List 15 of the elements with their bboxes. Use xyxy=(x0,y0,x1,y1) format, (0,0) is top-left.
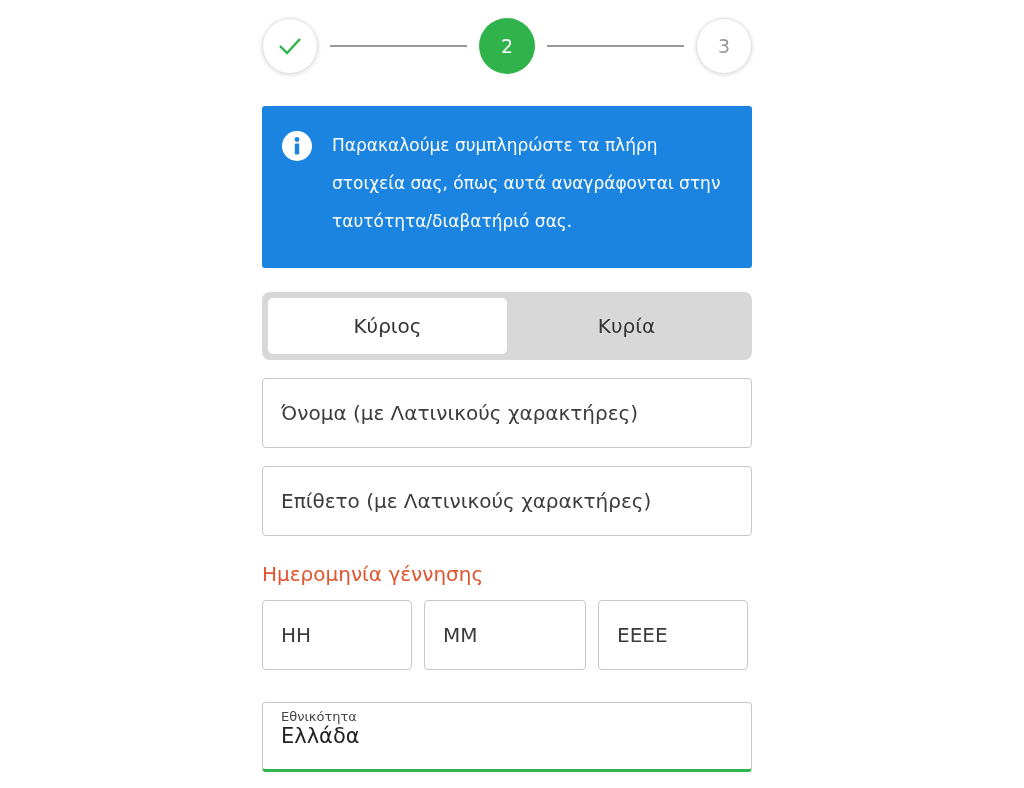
step-circle: 2 xyxy=(479,18,535,74)
name-field[interactable]: Όνομα (με Λατινικούς χαρακτήρες) xyxy=(262,378,752,448)
info-message: Παρακαλούμε συμπληρώστε τα πλήρη στοιχεία σας, όπως αυτά αναγράφονται στην ταυτότητα/διαβατήριό σας. xyxy=(332,134,722,233)
info-icon xyxy=(282,131,312,161)
date-field[interactable]: ΕΕΕΕ xyxy=(598,600,748,670)
nationality-field[interactable]: Εθνικότητα Ελλάδα xyxy=(262,702,752,772)
check-icon xyxy=(278,36,302,56)
step-circle: 3 xyxy=(696,18,752,74)
nationality-input[interactable]: Ελλάδα xyxy=(281,724,733,748)
title-tab[interactable]: Κυρία xyxy=(507,298,746,354)
date-field[interactable]: ΜΜ xyxy=(424,600,586,670)
title-tab[interactable]: Κύριος xyxy=(268,298,507,354)
date-field[interactable]: ΗΗ xyxy=(262,600,412,670)
name-field[interactable]: Επίθετο (με Λατινικούς χαρακτήρες) xyxy=(262,466,752,536)
field-label: Ημερομηνία γέννησης xyxy=(262,562,485,586)
